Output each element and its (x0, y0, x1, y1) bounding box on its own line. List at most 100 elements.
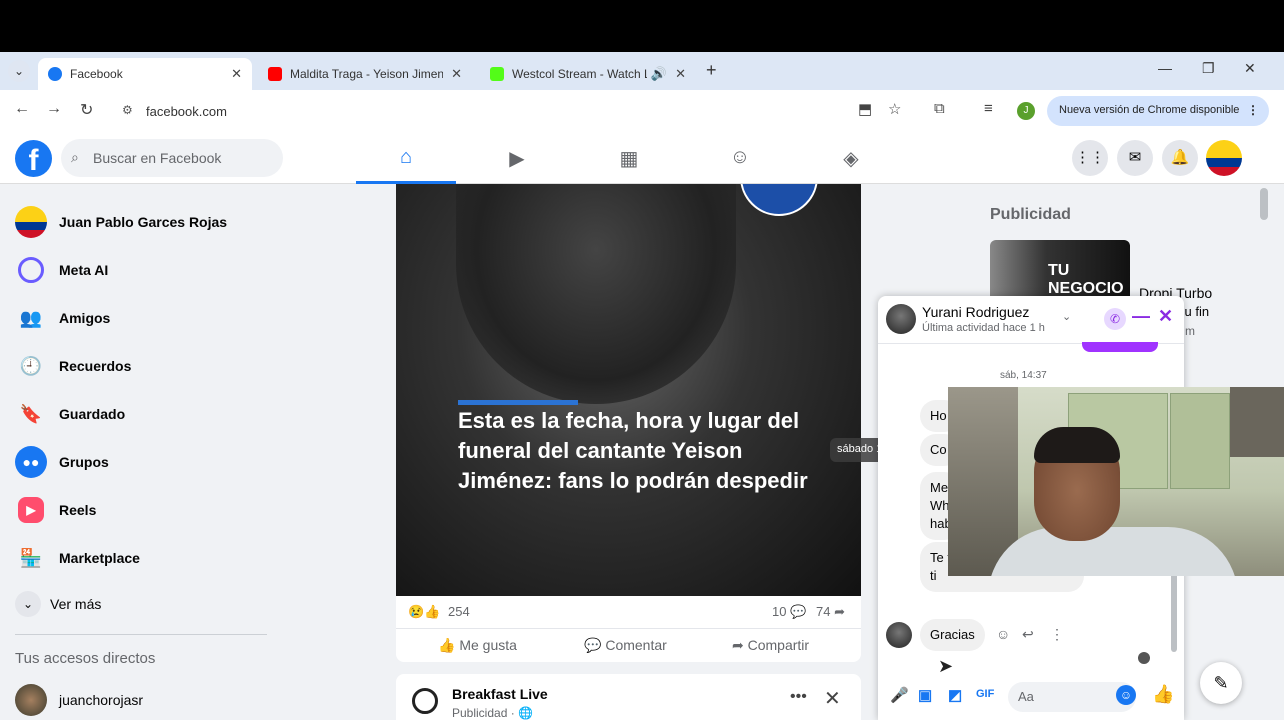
menu-grid-icon[interactable]: ⋮⋮ (1072, 140, 1108, 176)
facebook-search-input[interactable]: ⌕ Buscar en Facebook (61, 139, 283, 177)
chrome-profile-avatar[interactable]: J (1017, 102, 1035, 120)
home-icon[interactable]: ⌂ (391, 146, 421, 169)
tab-facebook[interactable]: Facebook ✕ (38, 58, 252, 90)
post-actions: 👍 Me gusta 💬 Comentar ➦ Compartir (396, 628, 861, 662)
minimize-chat-icon[interactable]: — (1132, 306, 1150, 327)
chat-contact-name[interactable]: Yurani Rodriguez (922, 304, 1029, 320)
bookmark-star-icon[interactable]: ☆ (888, 100, 901, 118)
browser-toolbar: ← → ↻ ⚙ facebook.com ⬒ ☆ ⧉ ≡ J Nueva ver… (0, 90, 1284, 132)
install-app-icon[interactable]: ⬒ (858, 100, 872, 118)
reactions-count[interactable]: 254 (448, 604, 470, 619)
photo-icon[interactable]: ▣ (918, 686, 932, 704)
reload-icon[interactable]: ↻ (80, 100, 93, 120)
back-icon[interactable]: ← (14, 100, 30, 118)
page-scrollbar[interactable] (1260, 188, 1268, 220)
globe-icon: 🌐 (518, 706, 533, 720)
chrome-update-button[interactable]: Nueva versión de Chrome disponible ⋮ (1047, 96, 1269, 126)
share-button[interactable]: ➦ Compartir (732, 637, 809, 654)
forward-icon[interactable]: → (46, 100, 62, 118)
page-name[interactable]: Breakfast Live (452, 686, 548, 702)
address-bar[interactable]: ⚙ facebook.com (112, 95, 912, 127)
restore-window-icon[interactable]: ❐ (1202, 60, 1215, 77)
emoji-icon[interactable]: ☺ (1116, 685, 1136, 705)
sidebar-item-label: Amigos (59, 310, 111, 326)
react-emoji-icon[interactable]: ☺ (996, 626, 1010, 642)
chevron-down-icon[interactable]: ⌄ (1062, 310, 1071, 323)
marketplace-nav-icon[interactable]: ▦ (614, 146, 644, 171)
sidebar-item-profile[interactable]: Juan Pablo Garces Rojas (15, 202, 227, 242)
more-options-icon[interactable]: ••• (790, 688, 807, 706)
close-tab-icon[interactable]: ✕ (675, 66, 686, 82)
close-chat-icon[interactable]: ✕ (1158, 306, 1173, 327)
page-logo[interactable] (412, 688, 438, 714)
mouse-cursor-icon: ➤ (938, 656, 954, 676)
tab-kick[interactable]: Westcol Stream - Watch Live 🔊 ✕ (480, 58, 696, 90)
site-info-icon[interactable]: ⚙ (122, 103, 133, 117)
groups-nav-icon[interactable]: ☺ (725, 146, 755, 169)
minimize-window-icon[interactable]: — (1158, 60, 1172, 76)
message-bubble[interactable]: Gracias (920, 619, 985, 651)
comments-count[interactable]: 10 💬 (772, 604, 806, 620)
tab-title: Facebook (70, 67, 123, 81)
extensions-icon[interactable]: ⧉ (934, 100, 945, 117)
comment-button[interactable]: 💬 Comentar (584, 637, 667, 654)
webcam-cabinet (1170, 393, 1230, 489)
shortcut-item[interactable]: juanchorojasr (15, 680, 143, 720)
media-controls-icon[interactable]: ≡ (984, 100, 993, 117)
update-label: Nueva versión de Chrome disponible (1059, 104, 1240, 116)
more-actions-icon[interactable]: ⋮ (1050, 626, 1064, 643)
chat-avatar[interactable] (886, 304, 916, 334)
post-meta: Publicidad · 🌐 (452, 706, 533, 720)
sidebar-item-label: Meta AI (59, 262, 109, 278)
post-headline: Esta es la fecha, hora y lugar del funer… (458, 408, 808, 493)
more-menu-icon[interactable]: ⋮ (1247, 103, 1259, 117)
close-tab-icon[interactable]: ✕ (231, 66, 242, 82)
sidebar-item-friends[interactable]: 👥 Amigos (15, 298, 111, 338)
thumbs-up-icon[interactable]: 👍 (1152, 684, 1174, 705)
facebook-favicon-icon (48, 67, 62, 81)
video-icon[interactable]: ▶ (502, 146, 532, 171)
webcam-person-body (988, 527, 1238, 576)
sidebar-item-marketplace[interactable]: 🏪 Marketplace (15, 538, 140, 578)
close-icon[interactable]: ✕ (824, 686, 841, 711)
webcam-hood (1230, 387, 1284, 457)
like-button[interactable]: 👍 Me gusta (438, 637, 517, 654)
search-placeholder: Buscar en Facebook (93, 150, 222, 166)
account-avatar[interactable] (1206, 140, 1242, 176)
browser-chrome: ⌄ Facebook ✕ Maldita Traga - Yeison Jime… (0, 52, 1284, 132)
see-more-button[interactable]: ⌄ Ver más (15, 584, 101, 624)
tab-search-icon[interactable]: ⌄ (8, 60, 30, 82)
gif-icon[interactable]: GIF (976, 688, 994, 700)
post-image[interactable]: Esta es la fecha, hora y lugar del funer… (396, 184, 861, 596)
notifications-bell-icon[interactable]: 🔔 (1162, 140, 1198, 176)
gaming-icon[interactable]: ◈ (836, 146, 866, 171)
facebook-logo-icon[interactable]: f (15, 140, 52, 177)
audio-playing-icon[interactable]: 🔊 (651, 66, 667, 82)
reactions-icon[interactable]: 😢👍 (408, 604, 440, 620)
profile-avatar (15, 206, 47, 238)
sidebar-item-saved[interactable]: 🔖 Guardado (15, 394, 125, 434)
chat-scrollbar-thumb[interactable] (1171, 572, 1177, 652)
messenger-icon[interactable]: ✉ (1117, 140, 1153, 176)
chat-header[interactable]: Yurani Rodriguez Última actividad hace 1… (878, 296, 1184, 344)
sender-avatar[interactable] (886, 622, 912, 648)
tab-youtube[interactable]: Maldita Traga - Yeison Jimenez ✕ (258, 58, 472, 90)
sidebar-item-reels[interactable]: ▶ Reels (15, 490, 96, 530)
new-tab-icon[interactable]: + (706, 60, 717, 81)
microphone-icon[interactable]: 🎤 (890, 686, 909, 704)
top-letterbox (0, 0, 1284, 52)
seen-receipt-avatar (1138, 652, 1150, 664)
voice-call-icon[interactable]: ✆ (1104, 308, 1126, 330)
webcam-person-hair (1034, 427, 1120, 463)
sidebar-item-meta-ai[interactable]: Meta AI (15, 250, 108, 290)
marketplace-icon: 🏪 (19, 547, 43, 568)
reply-icon[interactable]: ↩ (1022, 626, 1034, 643)
shares-count[interactable]: 74 ➦ (816, 604, 845, 620)
sticker-icon[interactable]: ◩ (948, 686, 962, 704)
sidebar-item-memories[interactable]: 🕘 Recuerdos (15, 346, 132, 386)
new-message-icon[interactable]: ✎ (1200, 662, 1242, 704)
sidebar-item-groups[interactable]: ●● Grupos (15, 442, 109, 482)
chat-time-separator: sáb, 14:37 (1000, 370, 1047, 381)
close-tab-icon[interactable]: ✕ (451, 66, 462, 82)
close-window-icon[interactable]: ✕ (1244, 60, 1256, 77)
